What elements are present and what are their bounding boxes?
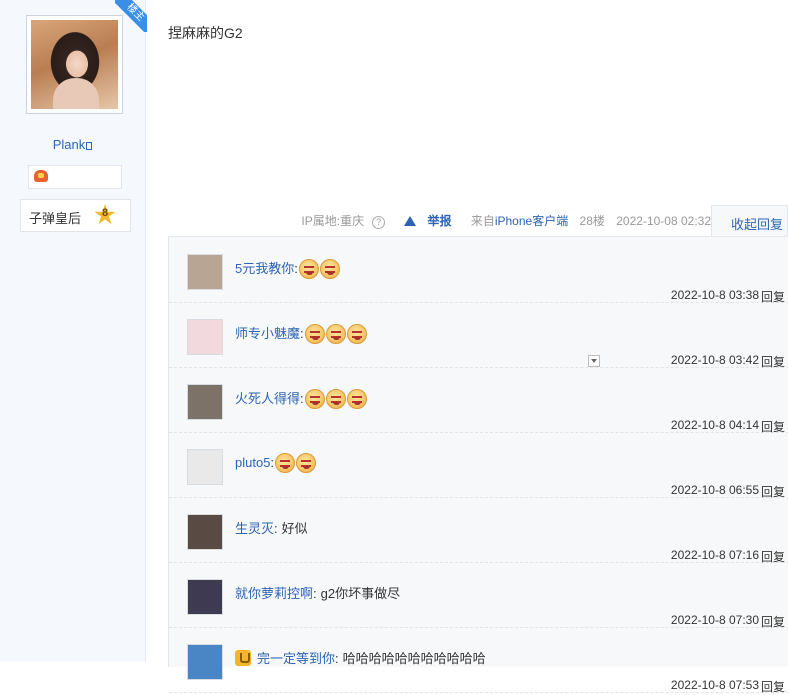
floor-number: 28楼	[579, 214, 605, 228]
angry-emoji-icon	[275, 453, 296, 473]
reply-item: 火死人得得: 2022-10-8 04:14 回复	[169, 367, 788, 434]
angry-emoji-icon	[319, 259, 340, 279]
post-content: 捏麻麻的G2	[168, 25, 243, 41]
reply-item: 师专小魅魔: 2022-10-8 03:42 回复	[169, 302, 788, 369]
post-meta: IP属地:重庆? 举报 来自iPhone客户端 28楼 2022-10-08 0…	[0, 212, 711, 229]
reply-line: 完一定等到你: 哈哈哈哈哈哈哈哈哈哈哈	[235, 648, 486, 667]
author-tag-icon	[86, 142, 93, 150]
reply-line: pluto5:	[235, 453, 317, 473]
reply-time: 2022-10-8 03:42	[670, 353, 759, 367]
reply-text: 好似	[281, 521, 308, 536]
reply-separator: :	[300, 391, 304, 406]
reply-avatar[interactable]	[187, 254, 223, 290]
report-link[interactable]: 举报	[396, 214, 451, 228]
ip-location: IP属地:重庆	[301, 214, 365, 228]
post-time: 2022-10-08 02:32	[616, 214, 711, 228]
reply-username[interactable]: 完一定等到你	[257, 651, 335, 666]
reply-time: 2022-10-8 07:30	[670, 613, 759, 627]
reply-button[interactable]: 回复	[761, 678, 785, 695]
reply-item: pluto5: 2022-10-8 06:55 回复	[169, 432, 788, 499]
reply-list: 5元我教你: 2022-10-8 03:38 回复 师专小魅魔: 2022-10-8 0…	[168, 236, 788, 694]
author-avatar[interactable]	[26, 15, 123, 114]
client-source: 来自iPhone客户端	[470, 214, 569, 228]
angry-emoji-icon	[346, 389, 367, 409]
reply-text: 哈哈哈哈哈哈哈哈哈哈哈	[342, 651, 486, 666]
reply-time: 2022-10-8 07:16	[670, 548, 759, 562]
reply-line: 师专小魅魔:	[235, 323, 367, 344]
reply-separator: :	[294, 261, 298, 276]
reply-line: 生灵灭: 好似	[235, 518, 308, 537]
client-link[interactable]: iPhone客户端	[495, 214, 568, 228]
reply-username[interactable]: 生灵灭	[235, 521, 274, 536]
reply-username[interactable]: 就你萝莉控啊	[235, 586, 313, 601]
reply-separator: :	[335, 651, 339, 666]
angry-emoji-icon	[325, 389, 346, 409]
reply-separator: :	[313, 586, 317, 601]
help-icon[interactable]: ?	[372, 216, 386, 229]
angry-emoji-icon	[304, 324, 325, 344]
angry-emoji-icon	[298, 259, 319, 279]
reply-line: 火死人得得:	[235, 388, 367, 409]
reply-item: 5元我教你: 2022-10-8 03:38 回复	[169, 237, 788, 304]
angry-emoji-icon	[325, 324, 346, 344]
reply-separator: :	[300, 326, 304, 341]
angry-emoji-icon	[296, 453, 317, 473]
reply-avatar[interactable]	[187, 514, 223, 550]
collapse-replies-button[interactable]: 收起回复	[711, 205, 788, 237]
angry-emoji-icon	[304, 389, 325, 409]
reply-avatar[interactable]	[187, 644, 223, 680]
reply-line: 就你萝莉控啊: g2你坏事做尽	[235, 583, 400, 602]
reply-username[interactable]: 5元我教你	[235, 261, 294, 276]
reply-item: 完一定等到你: 哈哈哈哈哈哈哈哈哈哈哈 2022-10-8 07:53 回复	[169, 627, 788, 695]
badge-icon[interactable]	[34, 170, 48, 182]
reply-item: 就你萝莉控啊: g2你坏事做尽 2022-10-8 07:30 回复	[169, 562, 788, 629]
author-name[interactable]: Plank	[0, 137, 145, 152]
reply-time: 2022-10-8 04:14	[670, 418, 759, 432]
reply-separator: :	[270, 455, 275, 470]
reply-avatar[interactable]	[187, 579, 223, 615]
reply-avatar[interactable]	[187, 449, 223, 485]
warning-icon	[404, 216, 417, 226]
owner-badge: 楼主	[115, 0, 147, 32]
vip-icon[interactable]	[235, 650, 251, 666]
author-sidebar: 楼主 Plank 子弹皇后 8	[0, 0, 147, 662]
angry-emoji-icon	[346, 324, 367, 344]
badge-bar	[28, 165, 122, 189]
reply-separator: :	[274, 521, 278, 536]
reply-line: 5元我教你:	[235, 258, 340, 279]
reply-time: 2022-10-8 07:53	[670, 678, 759, 692]
reply-username[interactable]: pluto5	[235, 455, 270, 470]
reply-avatar[interactable]	[187, 384, 223, 420]
avatar-image	[31, 20, 118, 109]
reply-username[interactable]: 火死人得得	[235, 391, 300, 406]
reply-avatar[interactable]	[187, 319, 223, 355]
reply-time: 2022-10-8 03:38	[670, 288, 759, 302]
reply-username[interactable]: 师专小魅魔	[235, 326, 300, 341]
reply-item: 生灵灭: 好似 2022-10-8 07:16 回复	[169, 497, 788, 564]
reply-text: g2你坏事做尽	[320, 586, 401, 601]
reply-time: 2022-10-8 06:55	[670, 483, 759, 497]
